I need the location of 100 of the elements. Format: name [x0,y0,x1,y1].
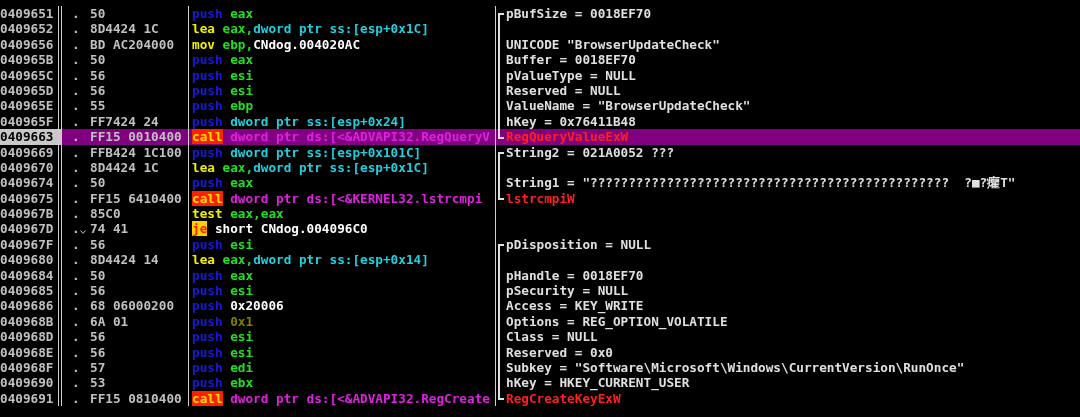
row-marker: . [72,206,80,222]
hex-bytes: 85C0 [90,206,121,222]
address-cell[interactable]: 0409669 [0,144,62,160]
instruction: lea eax,dword ptr ss:[esp+0x1C] [192,21,429,37]
row-marker: . [72,236,80,253]
address-cell[interactable]: 040965C [0,67,62,83]
row-marker: . [72,21,80,37]
address-cell[interactable]: 0409685 [0,283,62,299]
hex-bytes: 50 [90,6,106,21]
comment: pSecurity = NULL [506,283,629,299]
hex-bytes: 56 [90,344,106,360]
row-marker: . [72,298,80,314]
instruction: push dword ptr ss:[esp+0x101C] [192,144,422,160]
address-cell[interactable]: 040968E [0,344,62,360]
hex-bytes: FF7424 24 [90,113,159,129]
instruction: push esi [192,82,254,98]
comment: Subkey = "Software\Microsoft\Windows\CurrentVersion\RunOnce" [506,360,965,376]
comment: Class = NULL [506,329,598,345]
address-cell[interactable]: 0409670 [0,159,62,176]
hex-bytes: 57 [90,360,106,375]
comment: Reserved = NULL [506,82,621,99]
instruction: push 0x1 [192,313,254,329]
row-marker: . [72,52,80,68]
hex-bytes: 6A 01 [90,313,129,329]
address-cell[interactable]: 040967F [0,236,62,253]
hex-bytes: BD AC204000 [90,36,175,52]
instruction: push ebx [192,375,254,391]
address-cell[interactable]: 040967D [0,221,62,237]
address-cell[interactable]: 040968F [0,360,62,376]
hex-bytes: 50 [90,52,106,68]
row-marker: . [72,98,80,114]
row-marker: . [72,267,80,284]
instruction: push 0x20006 [192,298,284,314]
comment: RegCreateKeyExW [506,390,621,407]
instruction: push dword ptr ss:[esp+0x24] [192,113,406,129]
row-marker: . [72,175,80,191]
hex-bytes: 56 [90,283,106,299]
comment: String2 = 021A0052 ??? [506,144,675,160]
row-marker: . [72,67,80,83]
address-cell[interactable]: 0409691 [0,390,62,407]
comment: Buffer = 0018EF70 [506,52,636,68]
row-marker: . [72,159,80,176]
instruction: je short CNdog.004096C0 [192,221,368,237]
address-cell[interactable]: 0409684 [0,267,62,284]
comment: UNICODE "BrowserUpdateCheck" [506,36,720,53]
hex-bytes: 56 [90,329,106,345]
row-marker: . [72,36,80,53]
comment: ValueName = "BrowserUpdateCheck" [506,98,751,114]
instruction: push eax [192,267,254,283]
address-cell[interactable]: 040965D [0,82,62,99]
row-marker: . [72,129,80,145]
address-cell[interactable]: 0409686 [0,298,62,314]
hex-bytes: 8D4424 1C [90,159,159,175]
hex-bytes: 55 [90,98,106,114]
instruction: push eax [192,52,254,68]
instruction: push esi [192,67,254,83]
address-cell[interactable]: 040965B [0,52,62,68]
row-marker: . [72,252,80,268]
address-cell[interactable]: 040965E [0,98,62,114]
address-cell[interactable]: 040968B [0,313,62,330]
address-cell[interactable]: 0409656 [0,36,62,53]
hex-bytes: FF15 0010400 [90,129,182,145]
comment: hKey = 0x76411B48 [506,113,636,130]
comment: pValueType = NULL [506,67,636,83]
address-cell[interactable]: 040968D [0,329,62,345]
hex-bytes: FFB424 1C100 [90,144,182,160]
address-cell[interactable]: 0409651 [0,6,62,22]
row-marker: . [72,6,80,22]
hex-bytes: FF15 0810400 [90,390,182,406]
address-cell[interactable]: 0409652 [0,21,62,37]
address-cell[interactable]: 0409674 [0,175,62,191]
address-cell[interactable]: 040967B [0,206,62,222]
instruction: mov ebp,CNdog.004020AC [192,36,361,52]
instruction: call dword ptr ds:[<&ADVAPI32.RegCreate [192,390,490,406]
comment: RegQueryValueExW [506,129,629,145]
row-marker: . [72,221,80,237]
row-marker: . [72,360,80,376]
row-marker: . [72,329,80,345]
instruction: push eax [192,175,254,191]
hex-bytes: 53 [90,375,106,391]
address-cell[interactable]: 0409680 [0,252,62,268]
row-marker: . [72,144,80,160]
hex-bytes: 56 [90,236,106,252]
comment: lstrcmpiW [506,190,575,207]
instruction: lea eax,dword ptr ss:[esp+0x1C] [192,159,429,175]
row-marker: . [72,190,80,207]
instruction: call dword ptr ds:[<&KERNEL32.lstrcmpi [192,190,483,206]
row-marker: . [72,375,80,391]
instruction: call dword ptr ds:[<&ADVAPI32.RegQueryV [192,129,490,145]
comment: Reserved = 0x0 [506,344,613,360]
hex-bytes: 56 [90,82,106,98]
row-marker: . [72,344,80,360]
comment: pHandle = 0018EF70 [506,267,644,284]
row-marker: . [72,313,80,330]
instruction: push eax [192,6,254,21]
instruction: test eax,eax [192,206,284,222]
address-cell[interactable]: 0409675 [0,190,62,207]
address-cell[interactable]: 0409690 [0,375,62,391]
row-marker: . [72,113,80,130]
address-cell[interactable]: 0409663 [0,129,62,145]
